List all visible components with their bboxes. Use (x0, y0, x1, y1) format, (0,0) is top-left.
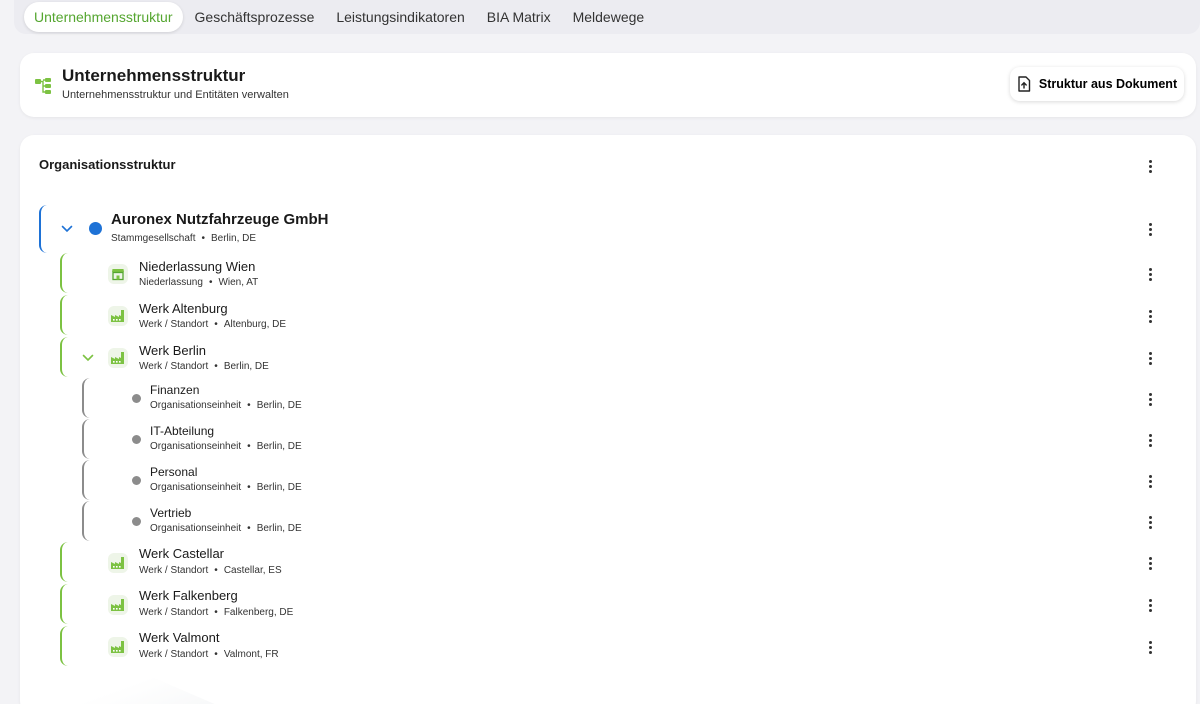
row-more-icon[interactable] (1142, 596, 1158, 614)
hierarchy-icon (35, 78, 51, 94)
page-subtitle: Unternehmensstruktur und Entitäten verwa… (62, 89, 289, 101)
row-more-icon[interactable] (1142, 220, 1158, 238)
chevron-down-icon[interactable] (61, 225, 73, 233)
row-more-icon[interactable] (1142, 265, 1158, 283)
page-header: Unternehmensstruktur Unternehmensstruktu… (20, 53, 1196, 117)
tree-row[interactable]: Werk Berlin Werk / Standort • Berlin, DE (20, 337, 1196, 377)
unit-dot-icon (132, 476, 141, 485)
factory-icon (108, 553, 128, 573)
tab-meldewege[interactable]: Meldewege (563, 2, 655, 32)
row-more-icon[interactable] (1142, 431, 1158, 449)
organization-structure-card: Organisationsstruktur Auronex Nutzfahrze… (20, 135, 1196, 704)
tree-row[interactable]: Werk Altenburg Werk / Standort • Altenburg… (20, 295, 1196, 335)
root-entity-dot-icon (89, 222, 102, 235)
factory-icon (108, 595, 128, 615)
row-more-icon[interactable] (1142, 554, 1158, 572)
row-more-icon[interactable] (1142, 349, 1158, 367)
tree-row-root[interactable]: Auronex Nutzfahrzeuge GmbH Stammgesellsc… (20, 205, 1196, 253)
tree-row[interactable]: Vertrieb Organisationseinheit • Berlin, DE (20, 501, 1196, 541)
tab-leistungsindikatoren[interactable]: Leistungsindikatoren (326, 2, 474, 32)
structure-from-document-label: Struktur aus Dokument (1038, 77, 1178, 91)
unit-dot-icon (132, 435, 141, 444)
page-title: Unternehmensstruktur (62, 66, 246, 85)
section-title: Organisationsstruktur (39, 157, 176, 172)
tab-unternehmensstruktur[interactable]: Unternehmensstruktur (24, 2, 183, 32)
tree-row[interactable]: Werk Falkenberg Werk / Standort • Falkenbe… (20, 584, 1196, 624)
section-more-icon[interactable] (1142, 157, 1158, 175)
unit-dot-icon (132, 517, 141, 526)
chevron-down-icon[interactable] (82, 354, 94, 362)
structure-from-document-button[interactable]: Struktur aus Dokument (1010, 67, 1184, 101)
factory-icon (108, 306, 128, 326)
tab-bia-matrix[interactable]: BIA Matrix (477, 2, 561, 32)
decorative-shape (20, 677, 240, 704)
row-more-icon[interactable] (1142, 390, 1158, 408)
row-more-icon[interactable] (1142, 307, 1158, 325)
row-more-icon[interactable] (1142, 513, 1158, 531)
factory-icon (108, 348, 128, 368)
tree-row[interactable]: Niederlassung Wien Niederlassung • Wien, A… (20, 253, 1196, 293)
storefront-icon (108, 264, 128, 284)
tree-row[interactable]: Werk Valmont Werk / Standort • Valmont, FR (20, 626, 1196, 666)
tree-row-meta: Stammgesellschaft • Berlin, DE (111, 233, 257, 244)
tab-geschaeftsprozesse[interactable]: Geschäftsprozesse (185, 2, 325, 32)
tab-bar: Unternehmensstruktur Geschäftsprozesse L… (14, 0, 1200, 34)
factory-icon (108, 637, 128, 657)
tree-row[interactable]: IT-Abteilung Organisationseinheit • Berlin… (20, 419, 1196, 459)
tree-row[interactable]: Personal Organisationseinheit • Berlin, DE (20, 460, 1196, 500)
tree-row-name: Auronex Nutzfahrzeuge GmbH (111, 211, 329, 228)
row-more-icon[interactable] (1142, 472, 1158, 490)
file-upload-icon (1018, 76, 1031, 92)
tree-row[interactable]: Finanzen Organisationseinheit • Berlin, DE (20, 378, 1196, 418)
tree-row[interactable]: Werk Castellar Werk / Standort • Castellar… (20, 542, 1196, 582)
row-more-icon[interactable] (1142, 638, 1158, 656)
unit-dot-icon (132, 394, 141, 403)
